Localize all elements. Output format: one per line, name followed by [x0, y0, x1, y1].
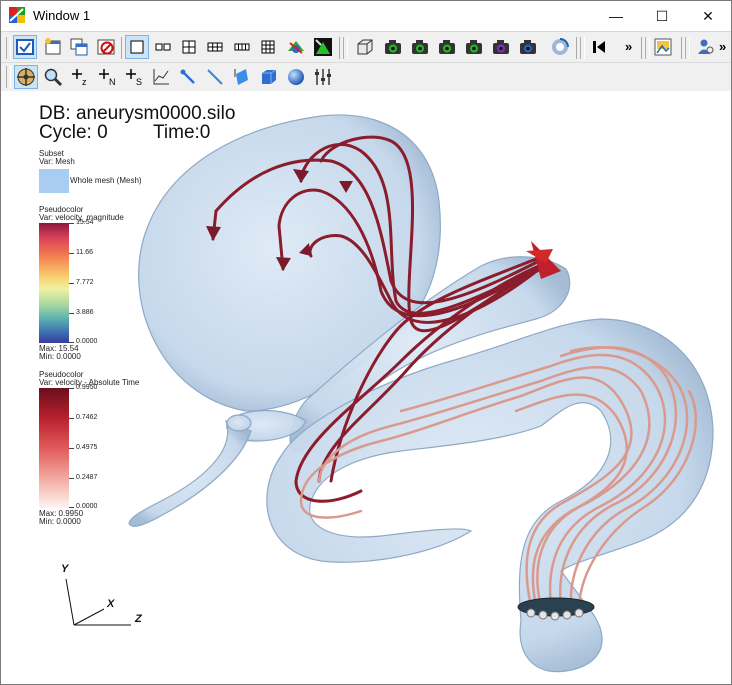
cycle-label: Cycle: 0 [39, 122, 108, 143]
time-legend-min: Min: 0.0000 [39, 517, 81, 526]
subset-legend-entry: Whole mesh (Mesh) [70, 176, 142, 185]
velocity-colorbar [39, 223, 69, 343]
velocity-tick-label: 11.66 [76, 249, 93, 256]
z-axis-label: Z [135, 613, 142, 625]
visit-window: Window 1 — ☐ ✕ » » z N S DB: aneurysm000… [0, 0, 732, 685]
y-axis-label: Y [61, 563, 69, 575]
tick-mark [69, 388, 74, 389]
tick-mark [69, 478, 74, 479]
tick-mark [69, 283, 74, 284]
velocity-legend-min: Min: 0.0000 [39, 352, 81, 361]
subset-legend-var: Var: Mesh [39, 157, 75, 166]
tick-mark [69, 448, 74, 449]
time-label: Time:0 [153, 122, 211, 143]
velocity-tick-label: 0.0000 [76, 338, 98, 345]
time-tick-label: 0.7462 [76, 414, 98, 421]
tick-mark [69, 253, 74, 254]
tick-mark [69, 313, 74, 314]
time-colorbar [39, 388, 69, 508]
render-area[interactable]: DB: aneurysm0000.silo Cycle: 0 Time:0 Su… [1, 91, 731, 684]
tick-mark [69, 507, 74, 508]
subset-legend-swatch [39, 169, 69, 193]
time-tick-label: 0.9950 [76, 384, 98, 391]
tick-mark [69, 223, 74, 224]
x-axis-label: X [107, 598, 115, 610]
velocity-tick-label: 3.886 [76, 309, 94, 316]
velocity-tick-label: 15.54 [76, 219, 94, 226]
time-tick-label: 0.4975 [76, 444, 98, 451]
tick-mark [69, 418, 74, 419]
time-tick-label: 0.2487 [76, 474, 98, 481]
axis-triad [65, 578, 131, 626]
tick-mark [69, 342, 74, 343]
velocity-tick-label: 7.772 [76, 279, 94, 286]
